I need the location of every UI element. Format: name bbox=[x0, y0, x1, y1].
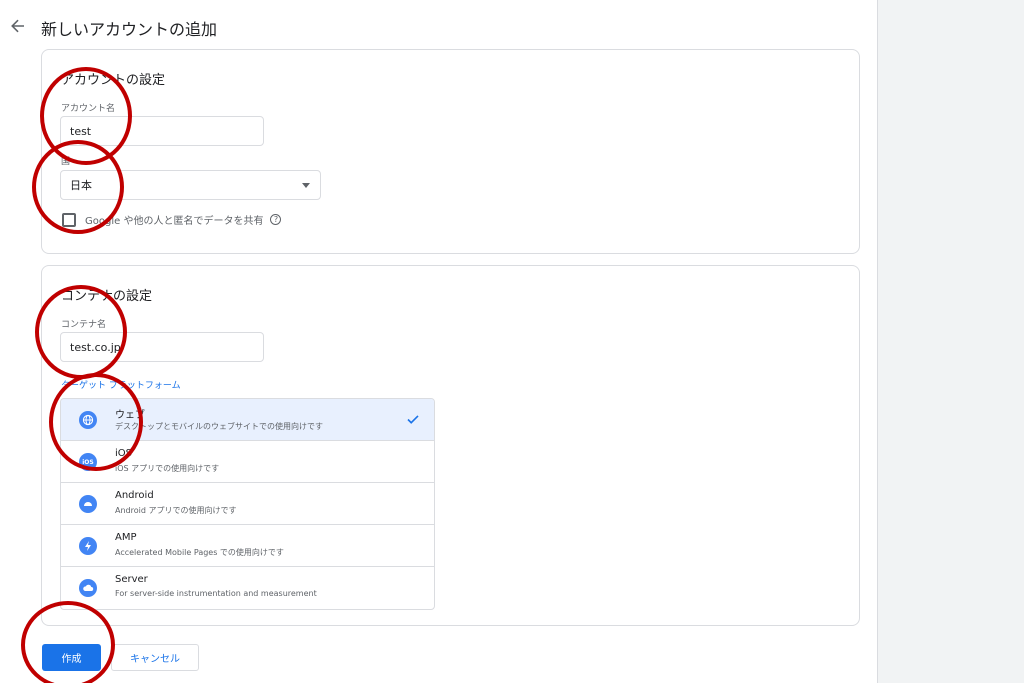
platform-name: Server bbox=[115, 574, 148, 585]
lightning-icon bbox=[79, 537, 97, 555]
checkmark-icon bbox=[407, 415, 419, 424]
globe-icon bbox=[79, 411, 97, 429]
platform-name: iOS bbox=[115, 448, 132, 459]
platform-item-ios[interactable]: iOS iOS iOS アプリでの使用向けです bbox=[61, 441, 434, 483]
platform-desc: Accelerated Mobile Pages での使用向けです bbox=[115, 548, 284, 557]
country-select[interactable]: 日本 bbox=[60, 170, 321, 200]
account-settings-title: アカウントの設定 bbox=[61, 73, 166, 88]
help-icon[interactable]: ? bbox=[270, 214, 282, 225]
country-label: 国 bbox=[61, 157, 71, 167]
platform-name: Android bbox=[115, 490, 154, 501]
create-button[interactable]: 作成 bbox=[42, 644, 101, 671]
platform-desc: Android アプリでの使用向けです bbox=[115, 506, 237, 515]
container-name-input[interactable] bbox=[60, 332, 264, 362]
android-icon bbox=[79, 495, 97, 513]
platform-desc: For server-side instrumentation and meas… bbox=[115, 589, 317, 598]
platform-item-amp[interactable]: AMP Accelerated Mobile Pages での使用向けです bbox=[61, 525, 434, 567]
platform-name: AMP bbox=[115, 532, 137, 543]
country-select-value: 日本 bbox=[70, 179, 92, 192]
share-data-row: Google や他の人と匿名でデータを共有 ? bbox=[62, 212, 282, 227]
account-name-input[interactable] bbox=[60, 116, 264, 146]
container-settings-title: コンテナの設定 bbox=[61, 289, 153, 304]
platform-item-server[interactable]: Server For server-side instrumentation a… bbox=[61, 567, 434, 609]
platform-desc: iOS アプリでの使用向けです bbox=[115, 464, 220, 473]
account-settings-card: アカウントの設定 アカウント名 国 日本 Google や他の人と匿名でデータを… bbox=[41, 49, 860, 254]
platform-desc: デスクトップとモバイルのウェブサイトでの使用向けです bbox=[115, 422, 323, 431]
container-settings-card: コンテナの設定 コンテナ名 ターゲット プラットフォーム ウェブ デスクトップと… bbox=[41, 265, 860, 626]
main-panel: 新しいアカウントの追加 アカウントの設定 アカウント名 国 日本 Google … bbox=[0, 0, 878, 683]
cloud-icon bbox=[79, 579, 97, 597]
container-name-label: コンテナ名 bbox=[61, 320, 107, 330]
share-data-checkbox[interactable] bbox=[62, 212, 76, 227]
page-title: 新しいアカウントの追加 bbox=[41, 20, 218, 39]
cancel-button[interactable]: キャンセル bbox=[111, 644, 199, 671]
platform-item-android[interactable]: Android Android アプリでの使用向けです bbox=[61, 483, 434, 525]
share-data-label: Google や他の人と匿名でデータを共有 bbox=[85, 216, 264, 227]
dropdown-arrow-icon bbox=[302, 183, 310, 188]
platform-name: ウェブ bbox=[115, 410, 145, 421]
account-name-label: アカウント名 bbox=[61, 104, 116, 114]
page-header: 新しいアカウントの追加 bbox=[0, 0, 878, 52]
platform-item-web[interactable]: ウェブ デスクトップとモバイルのウェブサイトでの使用向けです bbox=[61, 399, 434, 441]
ios-icon: iOS bbox=[79, 453, 97, 471]
arrow-back-icon[interactable] bbox=[6, 14, 30, 38]
platform-list: ウェブ デスクトップとモバイルのウェブサイトでの使用向けです iOS iOS i… bbox=[60, 398, 435, 610]
target-platform-label: ターゲット プラットフォーム bbox=[61, 381, 181, 391]
